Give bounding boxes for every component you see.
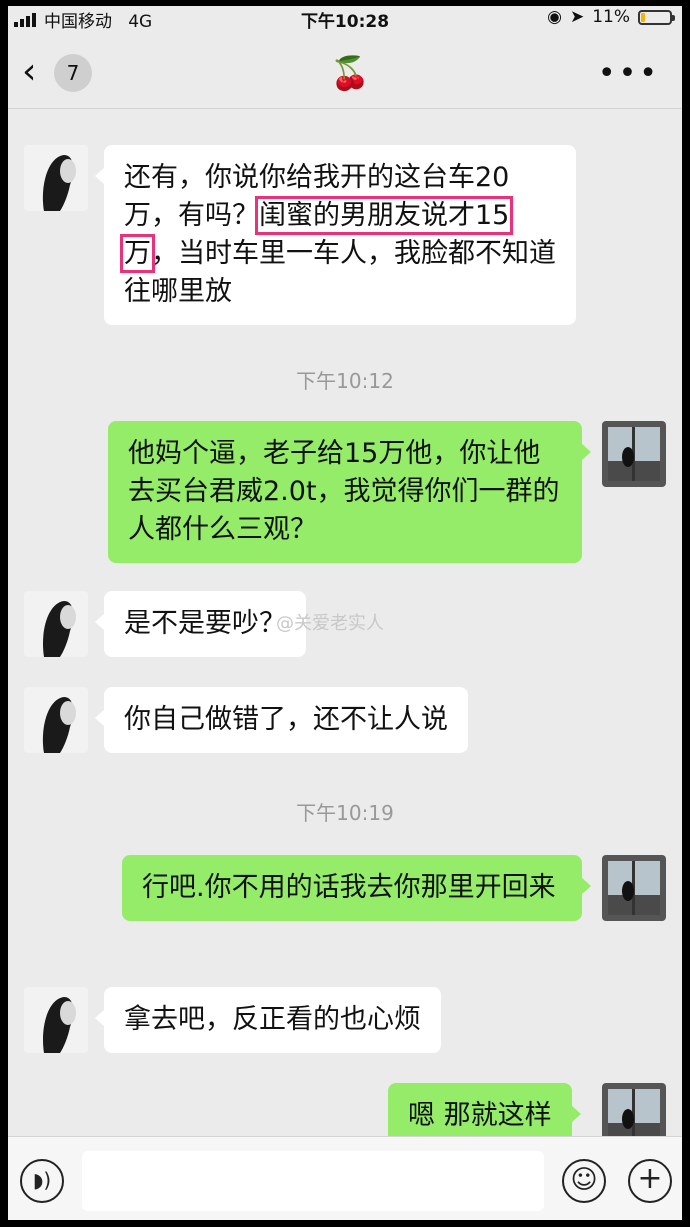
highlight-box: 万 bbox=[120, 234, 155, 273]
location-icon: ➤ bbox=[569, 7, 585, 27]
back-button[interactable]: ‹ bbox=[22, 54, 36, 90]
battery-icon bbox=[638, 9, 675, 25]
message-bubble-me[interactable]: 行吧.你不用的话我去你那里开回来 bbox=[122, 855, 591, 921]
time-divider: 下午10:19 bbox=[296, 801, 394, 825]
unread-count-badge[interactable]: 7 bbox=[54, 54, 92, 92]
message-bubble-friend[interactable]: 拿去吧，反正看的也心烦 bbox=[95, 987, 441, 1053]
more-options-button[interactable]: ••• bbox=[598, 56, 660, 91]
message-bubble-me[interactable]: 他妈个逼，老子给15万他，你让他去买台君威2.0t，我觉得你们一群的人都什么三观… bbox=[108, 421, 591, 563]
message-input[interactable] bbox=[82, 1151, 544, 1211]
chat-screen: 中国移动 4G 下午10:28 ◉ ➤ 11% ‹ 7 🍒 ••• 还有，你说你… bbox=[8, 6, 682, 1220]
input-bar: ◗) ☺ + bbox=[8, 1136, 682, 1220]
friend-avatar[interactable] bbox=[24, 145, 88, 211]
friend-avatar[interactable] bbox=[24, 687, 88, 753]
message-bubble-me[interactable]: 嗯 那就这样 bbox=[388, 1083, 581, 1136]
chat-header: ‹ 7 🍒 ••• bbox=[8, 36, 682, 109]
message-list[interactable]: 还有，你说你给我开的这台车20万，有吗？闺蜜的男朋友说才15 万，当时车里一车人，… bbox=[8, 109, 682, 1136]
friend-avatar[interactable] bbox=[24, 591, 88, 657]
friend-avatar[interactable] bbox=[24, 987, 88, 1053]
watermark-text: @关爱老实人 bbox=[276, 613, 384, 634]
my-avatar[interactable] bbox=[602, 1083, 666, 1136]
status-bar: 中国移动 4G 下午10:28 ◉ ➤ 11% bbox=[8, 6, 682, 32]
time-divider: 下午10:12 bbox=[296, 369, 394, 393]
highlight-box: 闺蜜的男朋友说才15 bbox=[254, 196, 514, 235]
message-bubble-friend[interactable]: 你自己做错了，还不让人说 bbox=[95, 687, 468, 753]
message-bubble-friend[interactable]: 还有，你说你给我开的这台车20万，有吗？闺蜜的男朋友说才15 万，当时车里一车人，… bbox=[95, 145, 576, 325]
battery-percent: 11% bbox=[592, 7, 630, 27]
my-avatar[interactable] bbox=[602, 855, 666, 921]
voice-icon[interactable]: ◗) bbox=[20, 1159, 64, 1203]
my-avatar[interactable] bbox=[602, 421, 666, 487]
contact-name: 🍒 bbox=[330, 54, 370, 92]
rotation-lock-icon: ◉ bbox=[547, 7, 562, 27]
emoji-icon[interactable]: ☺ bbox=[562, 1159, 606, 1203]
plus-icon[interactable]: + bbox=[628, 1159, 672, 1203]
